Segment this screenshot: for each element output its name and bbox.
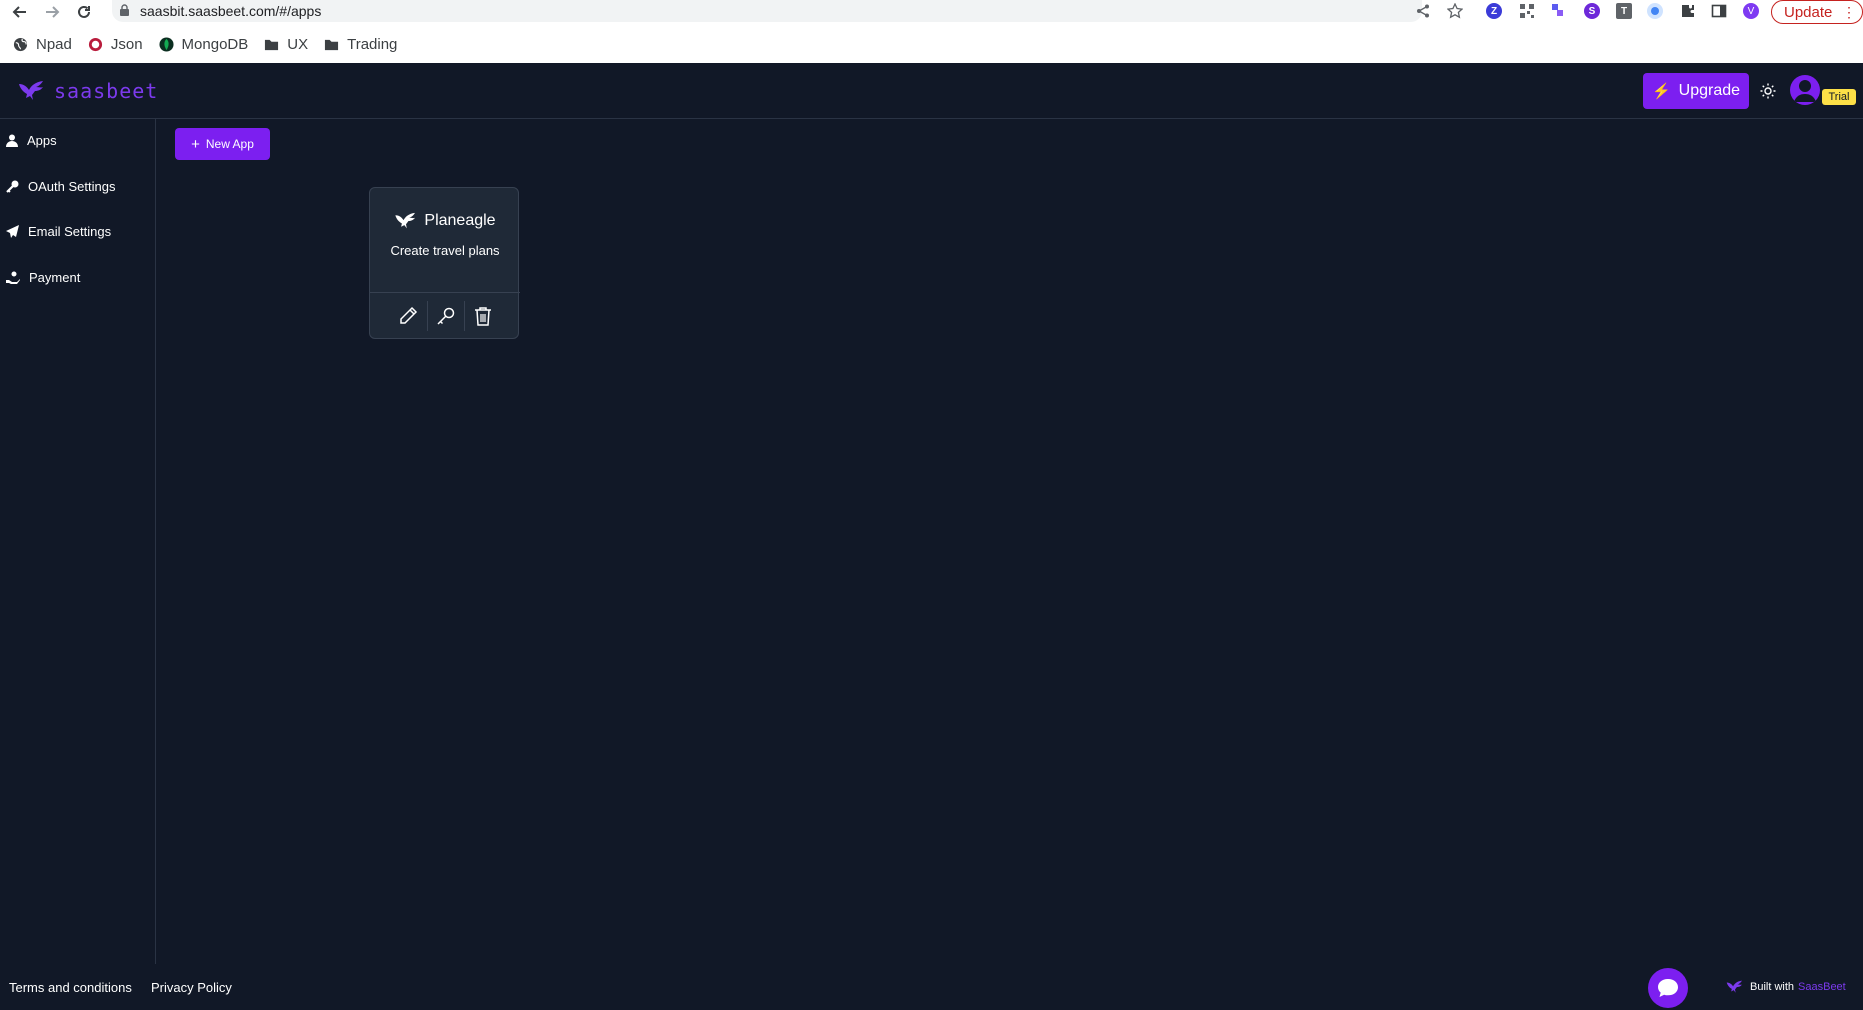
app-name: Planeagle [424,212,496,229]
saasbeet-logo[interactable]: saasbeet [18,79,158,103]
user-circle-icon [1794,80,1816,102]
sidebar: Apps OAuth Settings Email Settings Payme… [0,119,156,964]
sidebar-item-oauth-settings[interactable]: OAuth Settings [0,168,155,204]
sun-icon [1760,83,1776,99]
bookmark-label: Json [110,35,143,53]
sidebar-item-payment[interactable]: Payment [0,259,155,295]
extension-z-icon[interactable]: Z [1486,3,1502,19]
new-app-button[interactable]: + New App [175,128,270,160]
bookmarks-bar: Npad Json MongoDB UX Trading [0,32,400,56]
qr-extension-icon[interactable] [1519,3,1535,19]
forward-button[interactable] [42,2,62,22]
sidebar-item-label: OAuth Settings [28,178,116,194]
user-avatar[interactable] [1790,75,1820,105]
edit-app-button[interactable] [390,301,427,331]
built-with-brand: SaasBeet [1798,981,1846,993]
extension-s-icon[interactable]: S [1584,3,1600,19]
chat-bubble-icon [1658,979,1678,997]
back-arrow-icon [12,6,26,18]
upgrade-button[interactable]: ⚡ Upgrade [1643,73,1749,109]
privacy-link[interactable]: Privacy Policy [151,980,232,995]
built-with-label: Built with [1750,981,1795,993]
reload-button[interactable] [74,2,94,22]
app-keys-button[interactable] [426,301,464,331]
lock-icon [120,4,129,16]
delete-app-button[interactable] [463,301,501,331]
paper-plane-icon [6,224,19,238]
app-header: saasbeet ⚡ Upgrade Trial [0,63,1863,119]
bookmark-trading[interactable]: Trading [324,36,397,53]
new-app-label: New App [205,137,254,151]
eagle-icon [395,212,416,229]
built-with-badge[interactable]: Built with SaasBeet [1726,980,1846,994]
chat-button[interactable] [1648,968,1688,1008]
app-card-header: Planeagle [370,212,520,230]
sidebar-item-label: Email Settings [28,223,112,239]
lightning-icon: ⚡ [1651,83,1671,100]
eagle-logo-icon [19,81,43,100]
app-description: Create travel plans [390,243,500,258]
terms-link[interactable]: Terms and conditions [9,980,132,995]
sidebar-item-apps[interactable]: Apps [0,122,155,158]
trial-badge: Trial [1822,89,1856,105]
forward-arrow-icon [46,6,60,18]
profile-avatar-icon[interactable]: V [1743,3,1759,19]
browser-chrome: saasbit.saasbeet.com/#/apps Z S T V Upda… [0,0,1863,63]
key-icon [6,180,19,193]
folder-icon [325,39,339,50]
sidebar-item-label: Payment [29,269,81,285]
app-card-actions [370,292,520,339]
logo-text: saasbeet [54,79,159,103]
update-label: Update [1784,3,1833,21]
bookmark-label: Npad [36,35,72,53]
user-icon [6,134,18,147]
circle-logo-icon [88,37,102,51]
hand-coin-icon [6,271,20,284]
theme-toggle[interactable] [1756,79,1780,103]
globe-icon [13,37,28,51]
browser-update-button[interactable]: Update ⋮ [1771,0,1863,24]
pencil-icon [400,306,418,324]
blue-dot-extension-icon[interactable] [1647,3,1663,19]
folder-icon [265,39,279,50]
sidebar-item-label: Apps [27,132,57,148]
key-icon [436,307,454,325]
side-panel-icon[interactable] [1711,3,1727,19]
share-icon[interactable] [1416,4,1430,18]
sidebar-item-email-settings[interactable]: Email Settings [0,213,155,249]
bookmark-json[interactable]: Json [88,36,143,53]
bookmark-ux[interactable]: UX [264,36,308,53]
address-row: saasbit.saasbeet.com/#/apps Z S T V Upda… [0,0,1863,24]
kebab-menu-icon[interactable]: ⋮ [1842,4,1856,21]
app-card[interactable]: Planeagle Create travel plans [369,187,520,339]
bookmark-npad[interactable]: Npad [13,36,72,53]
bookmark-label: UX [287,35,309,53]
bookmark-label: MongoDB [181,35,249,53]
plus-icon: + [191,135,200,153]
bookmark-mongodb[interactable]: MongoDB [159,35,249,53]
upgrade-label: Upgrade [1678,82,1741,99]
url-text[interactable]: saasbit.saasbeet.com/#/apps [140,3,321,19]
reload-icon [78,5,90,18]
bookmark-star-icon[interactable] [1447,3,1463,19]
back-button[interactable] [10,2,30,22]
puzzle-extensions-icon[interactable] [1680,3,1696,19]
bookmark-label: Trading [347,35,398,53]
extension-t-icon[interactable]: T [1616,3,1632,19]
trash-icon [474,307,491,326]
leaf-icon [159,36,174,52]
blocks-extension-icon[interactable] [1551,3,1567,19]
eagle-logo-icon [1726,980,1742,993]
